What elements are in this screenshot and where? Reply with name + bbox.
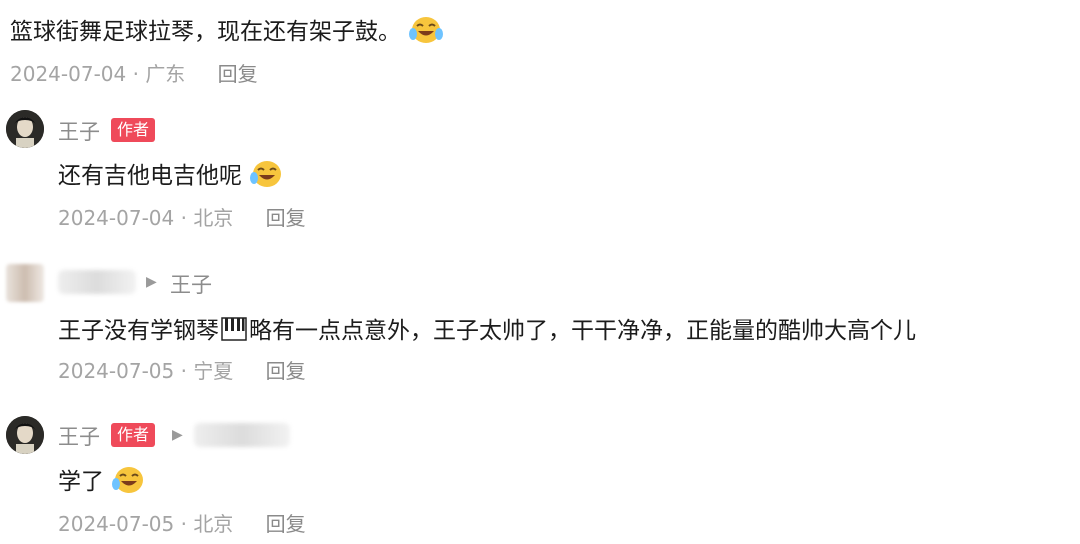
reply-arrow-icon: ▶	[172, 427, 183, 443]
reply-location: 北京	[193, 512, 234, 536]
separator: ·	[174, 512, 194, 536]
reply-text: 学了	[58, 462, 147, 501]
reply-meta: 2024-07-04 · 北京 回复	[58, 202, 306, 231]
reply-username[interactable]: 王子	[58, 116, 100, 146]
separator: ·	[174, 206, 194, 230]
laughing-tears-emoji-icon	[249, 159, 285, 195]
blurred-username[interactable]	[58, 270, 136, 294]
reply-button[interactable]: 回复	[266, 359, 306, 383]
avatar[interactable]	[6, 264, 44, 302]
reply-button[interactable]: 回复	[266, 206, 306, 230]
reply-meta: 2024-07-05 · 宁夏 回复	[58, 355, 306, 384]
reply-button[interactable]: 回复	[266, 512, 306, 536]
reply-arrow-icon: ▶	[146, 274, 157, 290]
piano-keys-icon	[221, 316, 247, 347]
reply-meta: 2024-07-05 · 北京 回复	[58, 508, 306, 537]
reply-date: 2024-07-05	[58, 512, 175, 536]
reply-button[interactable]: 回复	[218, 62, 258, 86]
reply-location: 北京	[193, 206, 234, 230]
reply-date: 2024-07-04	[58, 206, 175, 230]
comment-location: 广东	[145, 62, 186, 86]
blurred-target-username[interactable]	[194, 423, 290, 447]
reply-target-username[interactable]: 王子	[170, 269, 212, 299]
reply-username[interactable]: 王子	[58, 421, 100, 451]
separator: ·	[126, 62, 146, 86]
reply-text: 还有吉他电吉他呢	[58, 156, 285, 195]
avatar[interactable]	[6, 416, 44, 454]
avatar[interactable]	[6, 110, 44, 148]
separator: ·	[174, 359, 194, 383]
comment-text: 篮球街舞足球拉琴，现在还有架子鼓。	[10, 12, 444, 51]
author-badge: 作者	[111, 423, 156, 447]
author-badge: 作者	[111, 118, 156, 142]
reply-location: 宁夏	[193, 359, 234, 383]
laughing-tears-emoji-icon	[408, 15, 444, 51]
reply-date: 2024-07-05	[58, 359, 175, 383]
comment-meta: 2024-07-04 · 广东 回复	[10, 58, 258, 87]
comment-date: 2024-07-04	[10, 62, 127, 86]
laughing-tears-emoji-icon	[111, 465, 147, 501]
reply-text: 王子没有学钢琴 略有一点点意外，王子太帅了，干干净净，正能量的酷帅大高个儿	[58, 311, 916, 347]
